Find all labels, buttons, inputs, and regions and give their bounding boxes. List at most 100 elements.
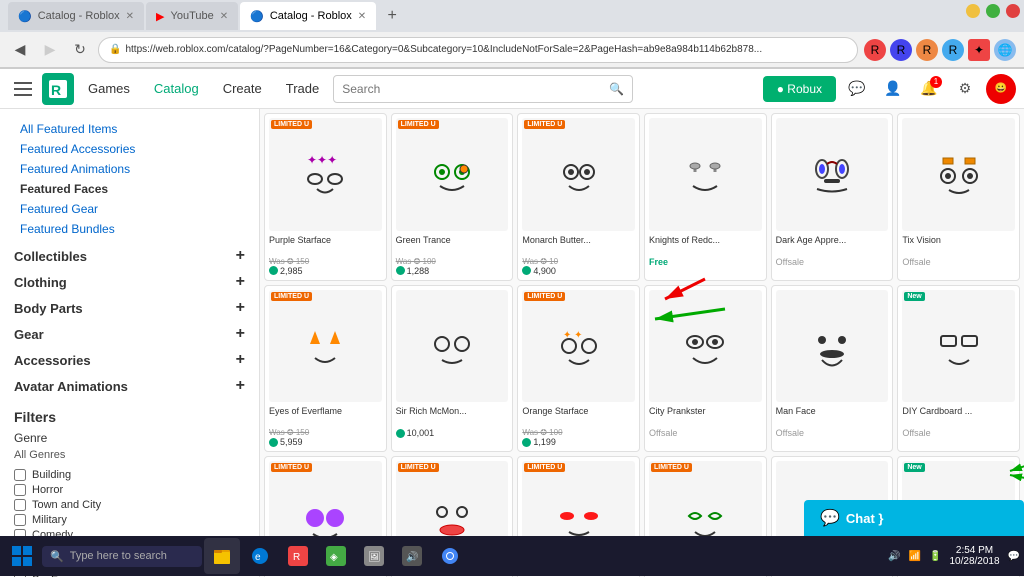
sidebar-clothing[interactable]: Clothing +	[0, 269, 259, 295]
taskbar-app-6[interactable]: 🔊	[394, 538, 430, 574]
horror-checkbox[interactable]	[14, 484, 26, 496]
item-dark-age[interactable]: Dark Age Appre... Offsale	[771, 113, 894, 281]
minimize-button[interactable]	[966, 4, 980, 18]
genre-label: Genre	[14, 431, 245, 445]
forward-button[interactable]: ▶	[38, 38, 62, 62]
item-name-3: Knights of Redc...	[649, 235, 762, 257]
taskbar-app-5[interactable]: 🖼	[356, 538, 392, 574]
ext-icon-2[interactable]: R	[890, 39, 912, 61]
badge-12: LIMITED U	[271, 463, 312, 472]
item-city-prankster[interactable]: City Prankster Offsale	[644, 285, 767, 453]
back-button[interactable]: ◀	[8, 38, 32, 62]
tab-0-close[interactable]: ✕	[126, 11, 134, 22]
close-button[interactable]	[1006, 4, 1020, 18]
item-name-2: Monarch Butter...	[522, 235, 635, 257]
maximize-button[interactable]	[986, 4, 1000, 18]
trade-link[interactable]: Trade	[276, 69, 329, 109]
item-thumb-0: LIMITED U ✦✦✦	[269, 118, 382, 231]
accessories-expand-icon: +	[236, 351, 245, 369]
genre-building[interactable]: Building	[14, 469, 245, 481]
item-knights[interactable]: Knights of Redc... Free	[644, 113, 767, 281]
sidebar-featured-faces[interactable]: Featured Faces	[0, 179, 259, 199]
item-price-9: Offsale	[649, 428, 762, 438]
menu-hamburger[interactable]	[8, 74, 38, 104]
taskbar-chrome[interactable]	[432, 538, 468, 574]
item-diy-cardboard[interactable]: New DIY Cardboard ... Offsale	[897, 285, 1020, 453]
sidebar-all-featured[interactable]: All Featured Items	[0, 119, 259, 139]
ext-icon-3[interactable]: R	[916, 39, 938, 61]
genre-horror[interactable]: Horror	[14, 484, 245, 496]
catalog-link[interactable]: Catalog	[144, 69, 209, 109]
taskbar-app-4[interactable]: ◈	[318, 538, 354, 574]
taskbar-app-3[interactable]: R	[280, 538, 316, 574]
item-orange-starface[interactable]: LIMITED U ✦ ✦ Orange Starface Was ✪ 100 …	[517, 285, 640, 453]
featured-section: All Featured Items Featured Accessories …	[0, 117, 259, 241]
robux-button[interactable]: ● Robux	[763, 76, 836, 102]
item-sir-rich[interactable]: Sir Rich McMon... 10,001	[391, 285, 514, 453]
profile-icon[interactable]: 👤	[878, 74, 908, 104]
item-name-9: City Prankster	[649, 406, 762, 428]
sidebar-body-parts[interactable]: Body Parts +	[0, 295, 259, 321]
item-thumb-2: LIMITED U	[522, 118, 635, 231]
genre-military[interactable]: Military	[14, 514, 245, 526]
ext-icon-6[interactable]: 🌐	[994, 39, 1016, 61]
avatar-button[interactable]: 😀	[986, 74, 1016, 104]
settings-icon[interactable]: ⚙	[950, 74, 980, 104]
tab-1-close[interactable]: ✕	[220, 11, 228, 22]
tab-2[interactable]: 🔵 Catalog - Roblox ✕	[240, 2, 376, 30]
item-price-7: 10,001	[396, 428, 509, 438]
sidebar-featured-bundles[interactable]: Featured Bundles	[0, 219, 259, 239]
genre-select-value[interactable]: All Genres	[14, 449, 245, 461]
item-man-face[interactable]: Man Face Offsale	[771, 285, 894, 453]
item-green-trance[interactable]: LIMITED U Green Trance Was ✪ 100 1,288	[391, 113, 514, 281]
search-bar[interactable]: 🔍	[333, 75, 633, 103]
item-eyes-everflame[interactable]: LIMITED U Eyes of Everflame Was ✪ 150 5,…	[264, 285, 387, 453]
new-tab-button[interactable]: +	[378, 2, 406, 30]
item-monarch-butter[interactable]: LIMITED U Monarch Butter... Was ✪ 10 4,9…	[517, 113, 640, 281]
military-checkbox[interactable]	[14, 514, 26, 526]
avatar-animations-expand-icon: +	[236, 377, 245, 395]
tab-2-close[interactable]: ✕	[358, 11, 366, 22]
search-icon[interactable]: 🔍	[609, 82, 624, 96]
tab-0[interactable]: 🔵 Catalog - Roblox ✕	[8, 2, 144, 30]
games-link[interactable]: Games	[78, 69, 140, 109]
sidebar-collectibles[interactable]: Collectibles +	[0, 243, 259, 269]
taskbar-search[interactable]: 🔍 Type here to search	[42, 546, 202, 567]
sidebar-accessories[interactable]: Accessories +	[0, 347, 259, 373]
chat-icon[interactable]: 💬	[842, 74, 872, 104]
item-price-3: Free	[649, 257, 762, 267]
ext-icon-4[interactable]: R	[942, 39, 964, 61]
taskbar-edge[interactable]: e	[242, 538, 278, 574]
sidebar-gear[interactable]: Gear +	[0, 321, 259, 347]
svg-text:◈: ◈	[330, 552, 338, 563]
item-thumb-3	[649, 118, 762, 231]
taskbar-file-explorer[interactable]	[204, 538, 240, 574]
notification-icon[interactable]: 🔔 1	[914, 74, 944, 104]
sidebar: All Featured Items Featured Accessories …	[0, 109, 260, 577]
start-button[interactable]	[4, 538, 40, 574]
search-input[interactable]	[342, 82, 609, 96]
chat-bar[interactable]: 💬 Chat }	[804, 500, 1024, 536]
time-display: 2:54 PM 10/28/2018	[949, 545, 999, 567]
ext-icon-5[interactable]: ✦	[968, 39, 990, 61]
item-thumb-10	[776, 290, 889, 403]
sidebar-featured-accessories[interactable]: Featured Accessories	[0, 139, 259, 159]
sidebar-avatar-animations[interactable]: Avatar Animations +	[0, 373, 259, 399]
genre-town-city[interactable]: Town and City	[14, 499, 245, 511]
sidebar-featured-animations[interactable]: Featured Animations	[0, 159, 259, 179]
create-link[interactable]: Create	[213, 69, 272, 109]
roblox-ext-icon[interactable]: R	[864, 39, 886, 61]
item-tix-vision[interactable]: Tix Vision Offsale	[897, 113, 1020, 281]
reload-button[interactable]: ↻	[68, 38, 92, 62]
tab-1[interactable]: ▶ YouTube ✕	[146, 2, 238, 30]
item-price-5: Offsale	[902, 257, 1015, 267]
roblox-logo[interactable]: R	[42, 73, 74, 105]
address-bar[interactable]: 🔒 https://web.roblox.com/catalog/?PageNu…	[98, 37, 858, 63]
browser-chrome: 🔵 Catalog - Roblox ✕ ▶ YouTube ✕ 🔵 Catal…	[0, 0, 1024, 69]
building-checkbox[interactable]	[14, 469, 26, 481]
sidebar-featured-gear[interactable]: Featured Gear	[0, 199, 259, 219]
town-city-checkbox[interactable]	[14, 499, 26, 511]
item-purple-starface[interactable]: LIMITED U ✦✦✦ Purple Starface Was ✪ 150 …	[264, 113, 387, 281]
item-was-0: Was ✪ 150	[269, 257, 382, 266]
item-name-11: DIY Cardboard ...	[902, 406, 1015, 428]
